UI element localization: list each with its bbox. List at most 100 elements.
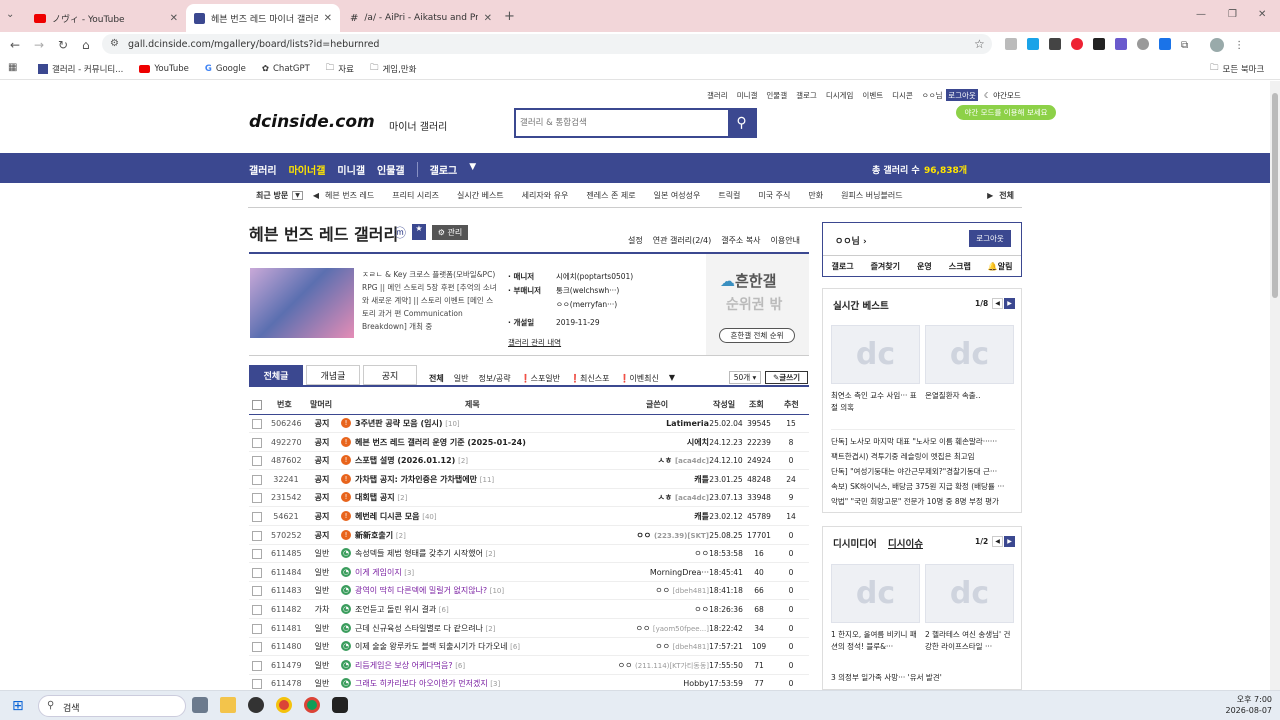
bookmark-gallery-icon[interactable]: ★ xyxy=(412,224,426,240)
dcissue-tab[interactable]: 디시이슈 xyxy=(888,536,923,550)
row-checkbox[interactable] xyxy=(252,605,262,615)
count-select[interactable]: 50개 ▾ xyxy=(729,371,761,384)
close-icon[interactable]: ✕ xyxy=(484,13,492,24)
user-menu-item[interactable]: 즐겨찾기 xyxy=(871,261,900,272)
dc-prev-button[interactable]: ◀ xyxy=(992,536,1003,547)
filter-more-icon[interactable]: ▼ xyxy=(669,373,675,384)
tab-youtube[interactable]: ノヴィ - YouTube ✕ xyxy=(26,4,186,32)
filter-item[interactable]: 일반 xyxy=(454,373,469,384)
sidebar-logout-button[interactable]: 로그아웃 xyxy=(969,230,1011,247)
post-title-link[interactable]: 속성덱들 제법 형태를 갖추기 시작했어 [2] xyxy=(355,548,635,559)
row-checkbox[interactable] xyxy=(252,549,262,560)
avatar[interactable] xyxy=(1210,38,1225,52)
table-row[interactable]: 506246 공지! 3주년판 공략 모음 (임시) [10] Latimeria 2… xyxy=(249,415,809,433)
table-row[interactable]: 611480 일반 ◔ 이제 술술 왕루카도 블랙 되출시기가 다가오네 [6] ㅇㅇ … xyxy=(249,638,809,657)
dark-mode-toggle[interactable]: ☾ 야간모드 xyxy=(984,90,1021,101)
tab-all-posts[interactable]: 전체글 xyxy=(249,365,303,385)
post-title-link[interactable]: 대회탭 공지 [2] xyxy=(355,492,635,503)
dc-caption[interactable]: 1 한지오, 올여름 비키니 패션의 정석! 블루&··· xyxy=(831,629,920,653)
post-writer[interactable]: ㅇㅇ [dbeh481] xyxy=(609,641,709,652)
next-arrow-icon[interactable]: ▶ xyxy=(987,191,993,200)
recent-item[interactable]: 실시간 베스트 xyxy=(457,190,504,201)
close-icon[interactable]: ✕ xyxy=(170,13,178,24)
download-icon[interactable] xyxy=(1159,38,1171,50)
row-checkbox[interactable] xyxy=(252,623,262,634)
post-title-link[interactable]: 헤븐 번즈 레드 갤러리 운영 기준 (2025-01-24) xyxy=(355,437,635,448)
write-button[interactable]: ✎ 글쓰기 xyxy=(765,371,808,384)
filter-item[interactable]: ❗이벤최신 xyxy=(619,373,658,384)
post-title-link[interactable]: 이제 술술 왕루카도 블랙 되출시기가 다가오네 [6] xyxy=(355,641,635,652)
history-link[interactable]: 갤러리 관리 내역 xyxy=(508,336,633,350)
task-view-icon[interactable] xyxy=(192,697,208,713)
tab-aipri[interactable]: # /a/ - AiPri - Aikatsu and Prett ✕ xyxy=(342,4,500,32)
nav-item[interactable]: 갤로그 xyxy=(416,162,457,177)
select-all-checkbox[interactable] xyxy=(252,399,262,410)
post-title-link[interactable]: 新新호출기 [2] xyxy=(355,530,635,541)
chrome-icon[interactable] xyxy=(304,697,320,713)
table-row[interactable]: 54621 공지! 헤번레 디시콘 모음 [40] 캐틀 23.02.12 45789 1… xyxy=(249,508,809,526)
row-checkbox[interactable] xyxy=(252,642,262,653)
site-info-icon[interactable]: ⚙ xyxy=(110,38,119,49)
puzzle-icon[interactable]: ⧉ xyxy=(1181,38,1188,52)
best-thumbnail[interactable]: dc xyxy=(925,325,1014,384)
tab-search-icon[interactable]: ⌄ xyxy=(6,9,14,20)
submanager-name[interactable]: 통크(welchswh···) xyxy=(556,286,619,295)
post-title-link[interactable]: 광역이 딱히 다른덱에 밀릴거 없지않나? [10] xyxy=(355,585,635,596)
post-title-link[interactable]: 리듬게임은 보상 어케다먹음? [6] xyxy=(355,660,635,671)
top-link[interactable]: 디시콘 xyxy=(892,90,913,101)
all-bookmarks[interactable]: 🗀 모든 북마크 xyxy=(1210,62,1264,76)
news-item[interactable]: 단독] "여성기둥대는 야간근무제외?"경찰기동대 근··· xyxy=(831,464,1015,479)
recent-item[interactable]: 미국 주식 xyxy=(758,190,790,201)
bookmark-folder[interactable]: 🗀 자료 xyxy=(326,62,354,76)
user-menu-item[interactable]: 🔔알림 xyxy=(988,261,1013,272)
best-next-button[interactable]: ▶ xyxy=(1004,298,1015,309)
post-writer[interactable]: ㅇㅇ xyxy=(609,548,709,559)
apps-icon[interactable]: ▦ xyxy=(8,62,17,73)
recent-item[interactable]: 일본 여성성우 xyxy=(654,190,701,201)
file-explorer-icon[interactable] xyxy=(220,697,236,713)
post-writer[interactable]: ㅇㅇ [dbeh481] xyxy=(609,585,709,596)
filter-item[interactable]: 전체 xyxy=(429,373,444,384)
dc-thumbnail[interactable]: dc xyxy=(925,564,1014,623)
post-writer[interactable]: Hobby xyxy=(609,679,709,688)
reload-icon[interactable]: ↻ xyxy=(58,38,68,52)
bookmark-item[interactable]: YouTube xyxy=(139,62,189,76)
top-link[interactable]: 디시게임 xyxy=(826,90,854,101)
dc-next-button[interactable]: ▶ xyxy=(1004,536,1015,547)
top-link[interactable]: 갤러리 xyxy=(707,90,728,101)
news-item[interactable]: 속보) SK하이닉스, 배당금 375원 지급 확정 (배당률 ··· xyxy=(831,479,1015,494)
home-icon[interactable]: ⌂ xyxy=(82,38,90,52)
post-writer[interactable]: 시에치 xyxy=(609,437,709,448)
news-item[interactable]: 팩트한겹시) 격투기중 레슬링이 멧집은 최고임 xyxy=(831,449,1015,464)
filter-item[interactable]: ❗최신스포 xyxy=(570,373,609,384)
row-checkbox[interactable] xyxy=(252,660,262,671)
prev-arrow-icon[interactable]: ◀ xyxy=(313,191,319,200)
row-checkbox[interactable] xyxy=(252,419,262,429)
news-item[interactable]: 단독] 노사모 마지막 대표 "노사모 이름 훼손말라······ xyxy=(831,434,1015,449)
extension-icon[interactable] xyxy=(1071,38,1083,50)
post-writer[interactable]: ㅇㅇ [yaom50fpee...] xyxy=(609,623,709,634)
row-checkbox[interactable] xyxy=(252,493,262,504)
post-title-link[interactable]: 헤번레 디시콘 모음 [40] xyxy=(355,511,635,522)
menu-icon[interactable]: ⋮ xyxy=(1234,38,1244,52)
nav-item-active[interactable]: 마이너갤 xyxy=(289,162,326,177)
manager-name[interactable]: 시에치(poptarts0501) xyxy=(556,272,633,281)
bookmark-item[interactable]: 갤러리 - 커뮤니티... xyxy=(38,62,123,76)
post-writer[interactable]: ㅇㅇ (223.39)[SKT] xyxy=(609,530,709,541)
search-input[interactable] xyxy=(520,114,720,132)
user-link[interactable]: ㅇㅇ님 xyxy=(922,90,943,101)
post-writer[interactable]: ㅇㅇ xyxy=(609,604,709,615)
filter-item[interactable]: 정보/공략 xyxy=(478,373,510,384)
extension-icon[interactable] xyxy=(1049,38,1061,50)
recent-all-link[interactable]: 전체 xyxy=(999,190,1014,201)
recent-item[interactable]: 만화 xyxy=(808,190,823,201)
table-row[interactable]: 611481 일반 ◔ 근데 신규육성 스타일별로 다 같으려나 [2] ㅇㅇ [yao… xyxy=(249,620,809,638)
row-checkbox[interactable] xyxy=(252,474,262,485)
nav-dropdown-icon[interactable]: ▼ xyxy=(469,162,476,177)
news-item[interactable]: 악법" "국민 희망고문" 전문가 10명 중 8명 부정 평가 xyxy=(831,494,1015,509)
forward-icon[interactable]: → xyxy=(34,38,44,52)
recent-item[interactable]: 프리티 시리즈 xyxy=(392,190,439,201)
chrome-icon[interactable] xyxy=(276,697,292,713)
gallery-link[interactable]: 이용안내 xyxy=(771,235,800,246)
row-checkbox[interactable] xyxy=(252,512,262,522)
